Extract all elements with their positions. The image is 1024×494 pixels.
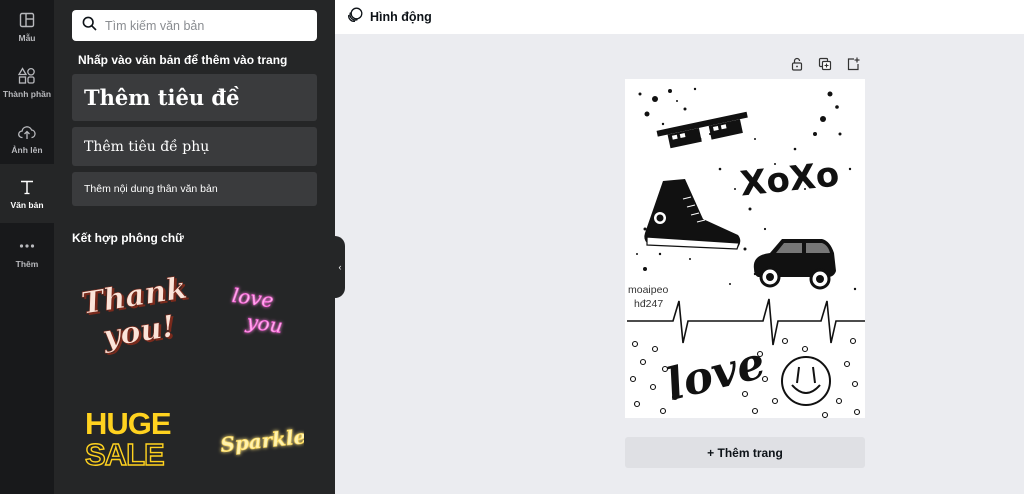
upload-icon bbox=[17, 122, 37, 142]
add-page-icon[interactable] bbox=[846, 57, 860, 71]
rail-label: Thêm bbox=[15, 258, 39, 269]
font-combo-love-you[interactable]: love you bbox=[222, 278, 302, 348]
animate-icon bbox=[347, 7, 363, 28]
svg-text:love: love bbox=[661, 337, 770, 411]
combo-text: SALE bbox=[85, 437, 164, 469]
font-combo-huge-sale[interactable]: HUGE SALE bbox=[84, 405, 184, 473]
chevron-left-icon: ‹ bbox=[338, 262, 342, 272]
combo-text: you bbox=[244, 309, 284, 338]
search-box[interactable] bbox=[72, 10, 317, 41]
rail-label: Văn bản bbox=[10, 200, 44, 210]
font-combo-thank-you[interactable]: Thank Thank you! you! bbox=[78, 270, 192, 360]
shapes-icon bbox=[17, 66, 37, 86]
panel-heading: Nhấp vào văn bản để thêm vào trang bbox=[78, 53, 288, 67]
lock-icon[interactable] bbox=[790, 57, 804, 71]
animate-button[interactable]: Hình động bbox=[347, 7, 432, 28]
page-caption-line2: hđ247 bbox=[634, 298, 664, 310]
design-page[interactable]: XoXo love moaipeo hđ247 bbox=[625, 79, 865, 418]
rail-item-elements[interactable]: Thành phần bbox=[0, 56, 54, 108]
rail-label: Ảnh lên bbox=[11, 144, 43, 155]
svg-text:XoXo: XoXo bbox=[738, 154, 841, 204]
page-caption-line1: moaipeo bbox=[628, 284, 669, 296]
rail-item-templates[interactable]: Mẫu bbox=[0, 0, 54, 52]
font-combo-heading: Kết hợp phông chữ bbox=[72, 231, 184, 245]
animate-label: Hình động bbox=[370, 10, 432, 24]
combo-text: HUGE bbox=[85, 406, 171, 441]
add-page-button[interactable]: + Thêm trang bbox=[625, 437, 865, 468]
add-subheading-button[interactable]: Thêm tiêu đề phụ bbox=[72, 127, 317, 166]
combo-text: love bbox=[231, 283, 276, 313]
add-body-text-button[interactable]: Thêm nội dung thân văn bản bbox=[72, 172, 317, 206]
duplicate-page-icon[interactable] bbox=[818, 57, 832, 71]
page-artwork: XoXo love bbox=[627, 87, 865, 418]
combo-text: Sparkle bbox=[219, 424, 304, 457]
search-icon bbox=[82, 16, 97, 36]
more-icon bbox=[17, 236, 37, 256]
rail-item-more[interactable]: Thêm bbox=[0, 226, 54, 278]
text-icon bbox=[17, 177, 37, 197]
rail-label: Thành phần bbox=[2, 88, 52, 99]
font-combo-sparkle[interactable]: Sparkle bbox=[214, 416, 308, 462]
editor-topbar: Hình động bbox=[335, 0, 1024, 34]
rail-item-uploads[interactable]: Ảnh lên bbox=[0, 112, 54, 164]
rail-item-text[interactable]: Văn bản bbox=[0, 164, 54, 223]
text-panel: Nhấp vào văn bản để thêm vào trang Thêm … bbox=[54, 0, 335, 494]
collapse-panel-handle[interactable]: ‹ bbox=[335, 236, 345, 298]
template-icon bbox=[17, 10, 37, 30]
add-heading-button[interactable]: Thêm tiêu đề bbox=[72, 74, 317, 121]
left-rail: Mẫu Thành phần Ảnh lên Văn bản Thêm bbox=[0, 0, 54, 494]
rail-label: Mẫu bbox=[18, 32, 36, 43]
search-input[interactable] bbox=[105, 18, 305, 33]
